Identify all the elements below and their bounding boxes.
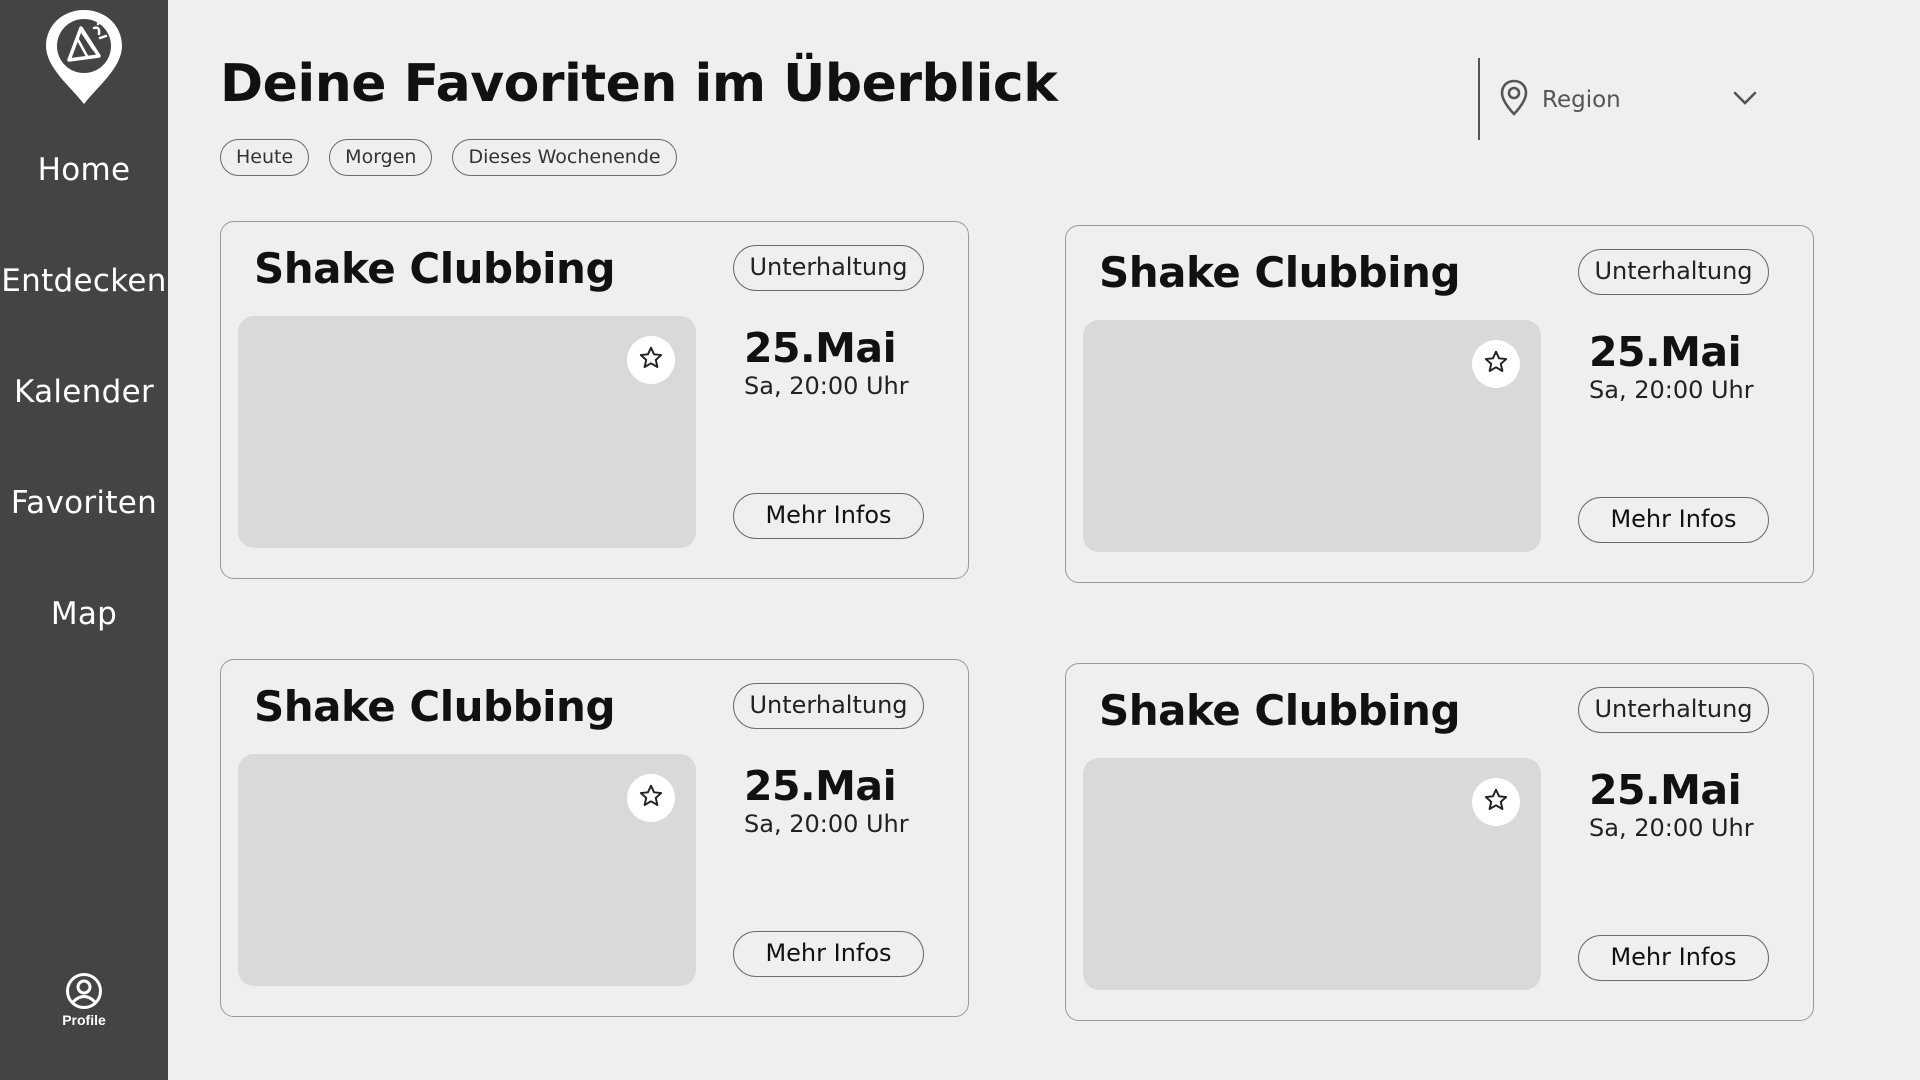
event-card: Shake Clubbing Unterhaltung 25.Mai Sa, 2… xyxy=(1065,225,1814,583)
event-time: Sa, 20:00 Uhr xyxy=(744,372,909,400)
event-title: Shake Clubbing xyxy=(1099,248,1461,297)
event-card: Shake Clubbing Unterhaltung 25.Mai Sa, 2… xyxy=(220,659,969,1017)
favorite-button[interactable] xyxy=(1472,778,1520,826)
event-image-placeholder xyxy=(1083,758,1541,990)
category-badge: Unterhaltung xyxy=(733,245,924,291)
more-info-button[interactable]: Mehr Infos xyxy=(733,493,924,539)
event-date: 25.Mai xyxy=(1589,328,1742,376)
star-icon xyxy=(1483,349,1509,380)
more-info-button[interactable]: Mehr Infos xyxy=(733,931,924,977)
sidebar-item-entdecken[interactable]: Entdecken xyxy=(0,263,168,299)
region-divider xyxy=(1478,58,1480,140)
event-time: Sa, 20:00 Uhr xyxy=(744,810,909,838)
event-image-placeholder xyxy=(238,316,696,548)
profile-icon xyxy=(44,972,124,1010)
region-label: Region xyxy=(1542,87,1621,113)
category-badge: Unterhaltung xyxy=(1578,687,1769,733)
star-icon xyxy=(638,345,664,376)
event-date: 25.Mai xyxy=(1589,766,1742,814)
event-title: Shake Clubbing xyxy=(1099,686,1461,735)
event-image-placeholder xyxy=(238,754,696,986)
sidebar-item-kalender[interactable]: Kalender xyxy=(0,374,168,410)
event-date: 25.Mai xyxy=(744,762,897,810)
star-icon xyxy=(1483,787,1509,818)
favorite-button[interactable] xyxy=(1472,340,1520,388)
event-image-placeholder xyxy=(1083,320,1541,552)
more-info-button[interactable]: Mehr Infos xyxy=(1578,935,1769,981)
event-date: 25.Mai xyxy=(744,324,897,372)
sidebar: Home Entdecken Kalender Favoriten Map Pr… xyxy=(0,0,168,1080)
chevron-down-icon xyxy=(1732,90,1758,111)
app-logo-icon[interactable] xyxy=(44,8,124,108)
event-time: Sa, 20:00 Uhr xyxy=(1589,376,1754,404)
category-badge: Unterhaltung xyxy=(1578,249,1769,295)
filter-chip-morgen[interactable]: Morgen xyxy=(329,139,433,176)
date-filter-chips: Heute Morgen Dieses Wochenende xyxy=(220,139,677,176)
star-icon xyxy=(638,783,664,814)
event-time: Sa, 20:00 Uhr xyxy=(1589,814,1754,842)
page-title: Deine Favoriten im Überblick xyxy=(220,54,1058,114)
event-title: Shake Clubbing xyxy=(254,682,616,731)
profile-label: Profile xyxy=(62,1012,106,1028)
category-badge: Unterhaltung xyxy=(733,683,924,729)
more-info-button[interactable]: Mehr Infos xyxy=(1578,497,1769,543)
filter-chip-heute[interactable]: Heute xyxy=(220,139,310,176)
favorite-button[interactable] xyxy=(627,336,675,384)
event-card: Shake Clubbing Unterhaltung 25.Mai Sa, 2… xyxy=(220,221,969,579)
region-dropdown[interactable]: Region xyxy=(1498,76,1768,124)
profile-button[interactable]: Profile xyxy=(44,972,124,1028)
filter-chip-wochenende[interactable]: Dieses Wochenende xyxy=(452,139,677,176)
sidebar-item-home[interactable]: Home xyxy=(0,152,168,188)
event-card: Shake Clubbing Unterhaltung 25.Mai Sa, 2… xyxy=(1065,663,1814,1021)
event-title: Shake Clubbing xyxy=(254,244,616,293)
favorite-button[interactable] xyxy=(627,774,675,822)
sidebar-item-map[interactable]: Map xyxy=(0,596,168,632)
sidebar-item-favoriten[interactable]: Favoriten xyxy=(0,485,168,521)
location-pin-icon xyxy=(1498,78,1530,123)
